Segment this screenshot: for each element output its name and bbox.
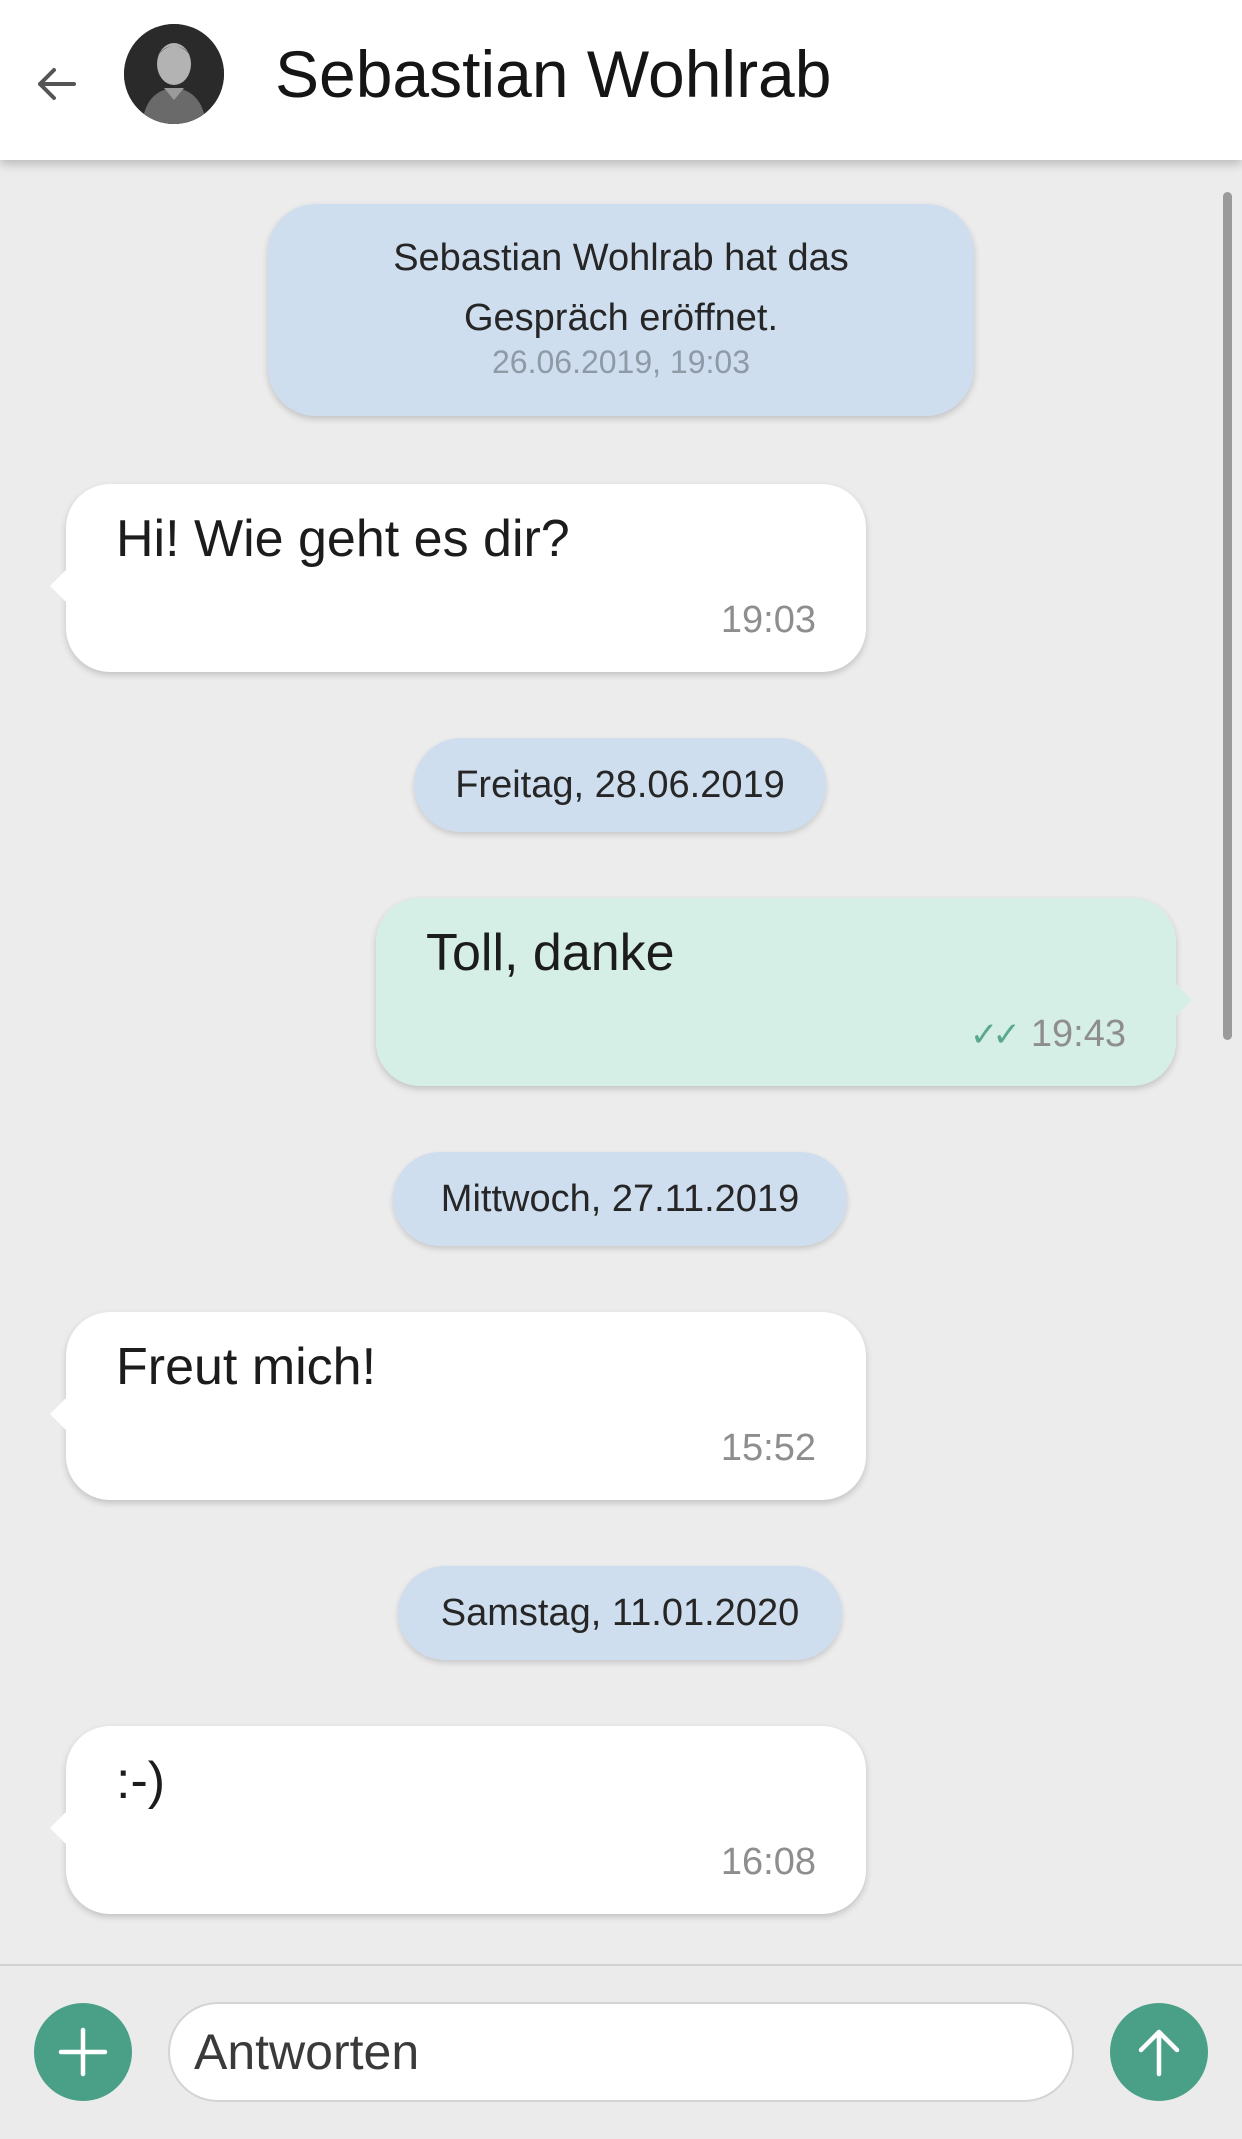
- chat-header: Sebastian Wohlrab: [0, 0, 1242, 160]
- arrow-left-icon: [38, 68, 76, 100]
- send-button[interactable]: [1110, 2003, 1208, 2101]
- system-message-text: Sebastian Wohlrab hat das Gespräch eröff…: [393, 237, 849, 339]
- message-list[interactable]: Sebastian Wohlrab hat das Gespräch eröff…: [0, 160, 1242, 1964]
- message-outgoing[interactable]: Toll, danke ✓✓ 19:43: [376, 898, 1192, 1086]
- scrollbar[interactable]: [1223, 192, 1232, 1040]
- contact-name[interactable]: Sebastian Wohlrab: [275, 34, 831, 114]
- message-text: Hi! Wie geht es dir?: [116, 510, 570, 568]
- message-incoming[interactable]: :-) 16:08: [50, 1726, 866, 1914]
- message-text: :-): [116, 1752, 166, 1810]
- date-separator: Mittwoch, 27.11.2019: [393, 1152, 847, 1246]
- message-time-wrap: 16:08: [721, 1841, 816, 1884]
- plus-icon: [58, 2027, 108, 2077]
- system-message-timestamp: 26.06.2019, 19:03: [491, 344, 750, 380]
- message-time: 19:03: [720, 599, 816, 641]
- reply-input[interactable]: [168, 2002, 1074, 2102]
- double-check-icon: ✓✓: [969, 1015, 1021, 1054]
- system-message: Sebastian Wohlrab hat das Gespräch eröff…: [268, 204, 974, 416]
- message-time-wrap: 19:03: [721, 599, 816, 642]
- message-time-wrap: ✓✓ 19:43: [970, 1013, 1126, 1056]
- back-button[interactable]: [28, 56, 84, 112]
- message-text: Toll, danke: [426, 924, 675, 982]
- message-text: Freut mich!: [116, 1338, 377, 1396]
- add-attachment-button[interactable]: [34, 2003, 132, 2101]
- message-incoming[interactable]: Hi! Wie geht es dir? 19:03: [50, 484, 866, 672]
- contact-avatar-photo: [124, 24, 224, 124]
- date-separator: Freitag, 28.06.2019: [414, 738, 826, 832]
- message-time: 16:08: [720, 1841, 816, 1883]
- message-incoming[interactable]: Freut mich! 15:52: [50, 1312, 866, 1500]
- message-time-wrap: 15:52: [721, 1427, 816, 1470]
- avatar[interactable]: [124, 24, 224, 124]
- composer-bar: [0, 1964, 1242, 2139]
- message-time: 15:52: [720, 1427, 816, 1469]
- date-separator: Samstag, 11.01.2020: [398, 1566, 842, 1660]
- arrow-up-icon: [1138, 2029, 1180, 2077]
- message-time: 19:43: [1030, 1013, 1126, 1055]
